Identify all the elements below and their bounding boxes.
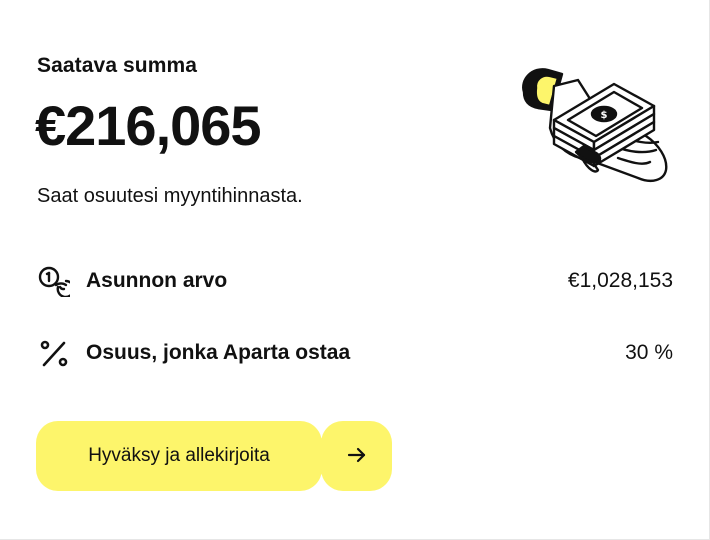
percent-icon bbox=[37, 336, 71, 370]
detail-row-share: Osuus, jonka Aparta ostaa 30 % bbox=[37, 336, 673, 370]
hand-holding-money-icon: $ bbox=[518, 62, 674, 188]
detail-label: Osuus, jonka Aparta ostaa bbox=[86, 341, 351, 364]
detail-label: Asunnon arvo bbox=[86, 269, 228, 292]
coins-icon bbox=[37, 264, 71, 298]
arrow-right-icon bbox=[346, 444, 368, 469]
amount-label: Saatava summa bbox=[37, 54, 198, 77]
detail-value: 30 % bbox=[625, 341, 673, 364]
amount-value: €216,065 bbox=[35, 94, 262, 157]
next-arrow-button[interactable] bbox=[321, 421, 392, 491]
detail-row-property-value: Asunnon arvo €1,028,153 bbox=[37, 264, 673, 298]
detail-value: €1,028,153 bbox=[567, 269, 673, 292]
offer-card: Saatava summa €216,065 Saat osuutesi myy… bbox=[0, 0, 710, 540]
accept-and-sign-button[interactable]: Hyväksy ja allekirjoita bbox=[36, 421, 322, 491]
amount-subtitle: Saat osuutesi myyntihinnasta. bbox=[37, 185, 303, 207]
svg-text:$: $ bbox=[601, 110, 608, 121]
